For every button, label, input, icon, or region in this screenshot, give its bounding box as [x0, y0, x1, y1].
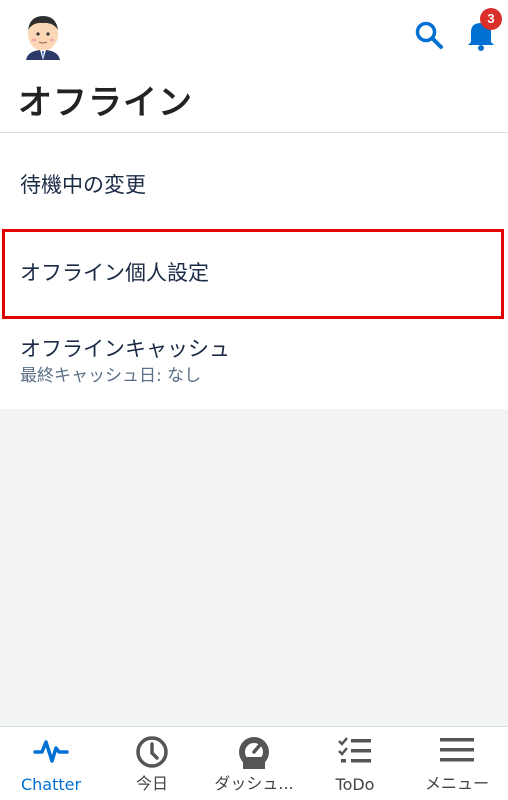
todo-checklist-icon	[338, 737, 371, 763]
tab-label: 今日	[135, 774, 168, 793]
list-item-offline-cache[interactable]: オフラインキャッシュ 最終キャッシュ日: なし	[0, 321, 508, 409]
notification-badge: 3	[480, 8, 502, 30]
dashboard-gauge-icon	[239, 737, 269, 769]
list-item-label: オフラインキャッシュ	[20, 337, 230, 361]
tab-label: ダッシュ...	[214, 774, 294, 793]
app-header: 3 オフライン	[0, 0, 508, 133]
tab-label: メニュー	[424, 774, 489, 793]
search-icon[interactable]	[414, 20, 444, 50]
menu-hamburger-icon	[440, 738, 474, 762]
tab-today[interactable]: 今日	[101, 727, 203, 800]
list-item-label: 待機中の変更	[20, 173, 146, 197]
list-item-sublabel: 最終キャッシュ日: なし	[20, 366, 202, 386]
tab-label: ToDo	[335, 775, 375, 794]
highlight-box	[2, 229, 504, 319]
user-avatar[interactable]	[20, 12, 66, 60]
tab-menu[interactable]: メニュー	[406, 727, 508, 800]
tab-label: Chatter	[20, 775, 82, 794]
tab-dashboard[interactable]: ダッシュ...	[203, 727, 305, 800]
page-title: オフライン	[18, 83, 193, 123]
tab-todo[interactable]: ToDo	[304, 727, 406, 800]
bottom-tab-bar: Chatter 今日 ダッシュ... ToDo メニュー	[0, 726, 508, 800]
list-item-pending-changes[interactable]: 待機中の変更	[0, 133, 508, 227]
clock-icon	[136, 736, 168, 768]
chatter-pulse-icon	[33, 740, 69, 763]
tab-chatter[interactable]: Chatter	[0, 727, 102, 800]
